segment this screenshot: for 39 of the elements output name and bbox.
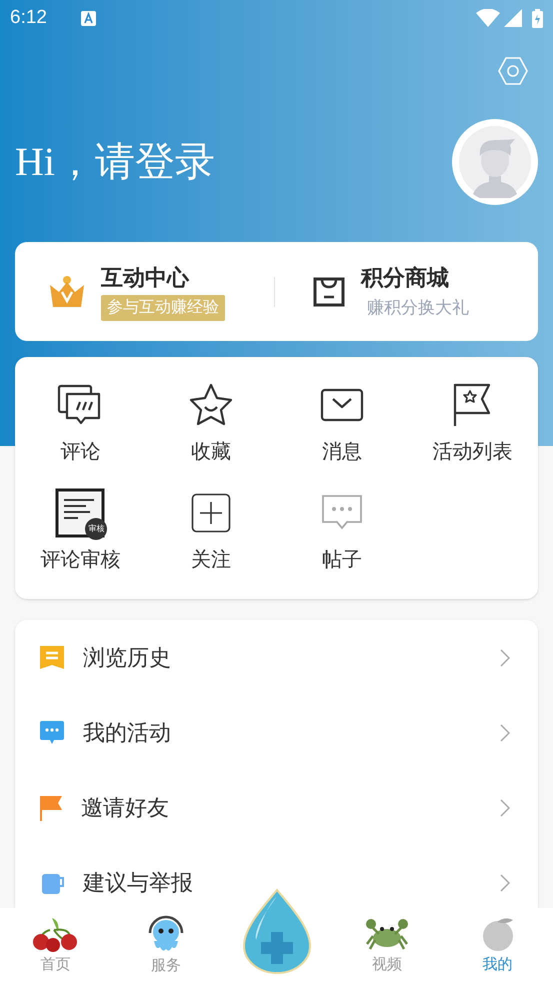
- card-title: 积分商城: [361, 264, 449, 292]
- feature-item[interactable]: 评论: [15, 379, 146, 467]
- card-title: 互动中心: [101, 264, 189, 292]
- menu-item[interactable]: 邀请好友: [15, 770, 538, 845]
- battery-icon: [532, 8, 543, 28]
- flag-icon: [39, 794, 63, 820]
- wifi-icon: [476, 9, 500, 27]
- feature-item[interactable]: 消息: [276, 379, 408, 467]
- menu-item[interactable]: 浏览历史: [15, 620, 538, 695]
- chat-icon: [320, 494, 363, 532]
- card-tag: 参与互动赚经验: [101, 294, 225, 320]
- card-subtitle: 赚积分换大礼: [367, 296, 469, 318]
- cherries-icon: [32, 916, 78, 952]
- chevron-icon: [500, 648, 510, 666]
- feature-item[interactable]: 帖子: [276, 487, 408, 575]
- feature-item[interactable]: 关注: [146, 487, 276, 575]
- crown-icon: [49, 274, 85, 308]
- document-icon: 审核: [55, 488, 106, 538]
- star-icon: [188, 383, 234, 427]
- plus-icon: [191, 493, 232, 533]
- feature-item[interactable]: 审核 评论审核: [15, 487, 146, 575]
- menu-item[interactable]: 我的活动: [15, 695, 538, 770]
- feature-card[interactable]: 积分商城 赚积分换大礼: [275, 262, 538, 320]
- tab-item[interactable]: 我的: [442, 916, 553, 976]
- feature-card[interactable]: 互动中心 参与互动赚经验: [15, 262, 274, 320]
- add-button[interactable]: [242, 888, 312, 974]
- envelope-icon: [320, 388, 364, 422]
- chevron-icon: [500, 724, 510, 742]
- chat-bubble-icon: [39, 720, 65, 745]
- feature-item[interactable]: 收藏: [146, 379, 276, 467]
- feature-item[interactable]: 活动列表: [407, 379, 538, 467]
- chevron-icon: [500, 798, 510, 816]
- signal-icon: [504, 9, 522, 27]
- status-time: 6:12: [10, 6, 47, 30]
- settings-icon[interactable]: [497, 56, 529, 86]
- bookmark-icon: [39, 645, 65, 670]
- bag-icon: [313, 276, 345, 306]
- chevron-icon: [500, 874, 510, 892]
- menu-item[interactable]: 建议与举报: [15, 845, 538, 908]
